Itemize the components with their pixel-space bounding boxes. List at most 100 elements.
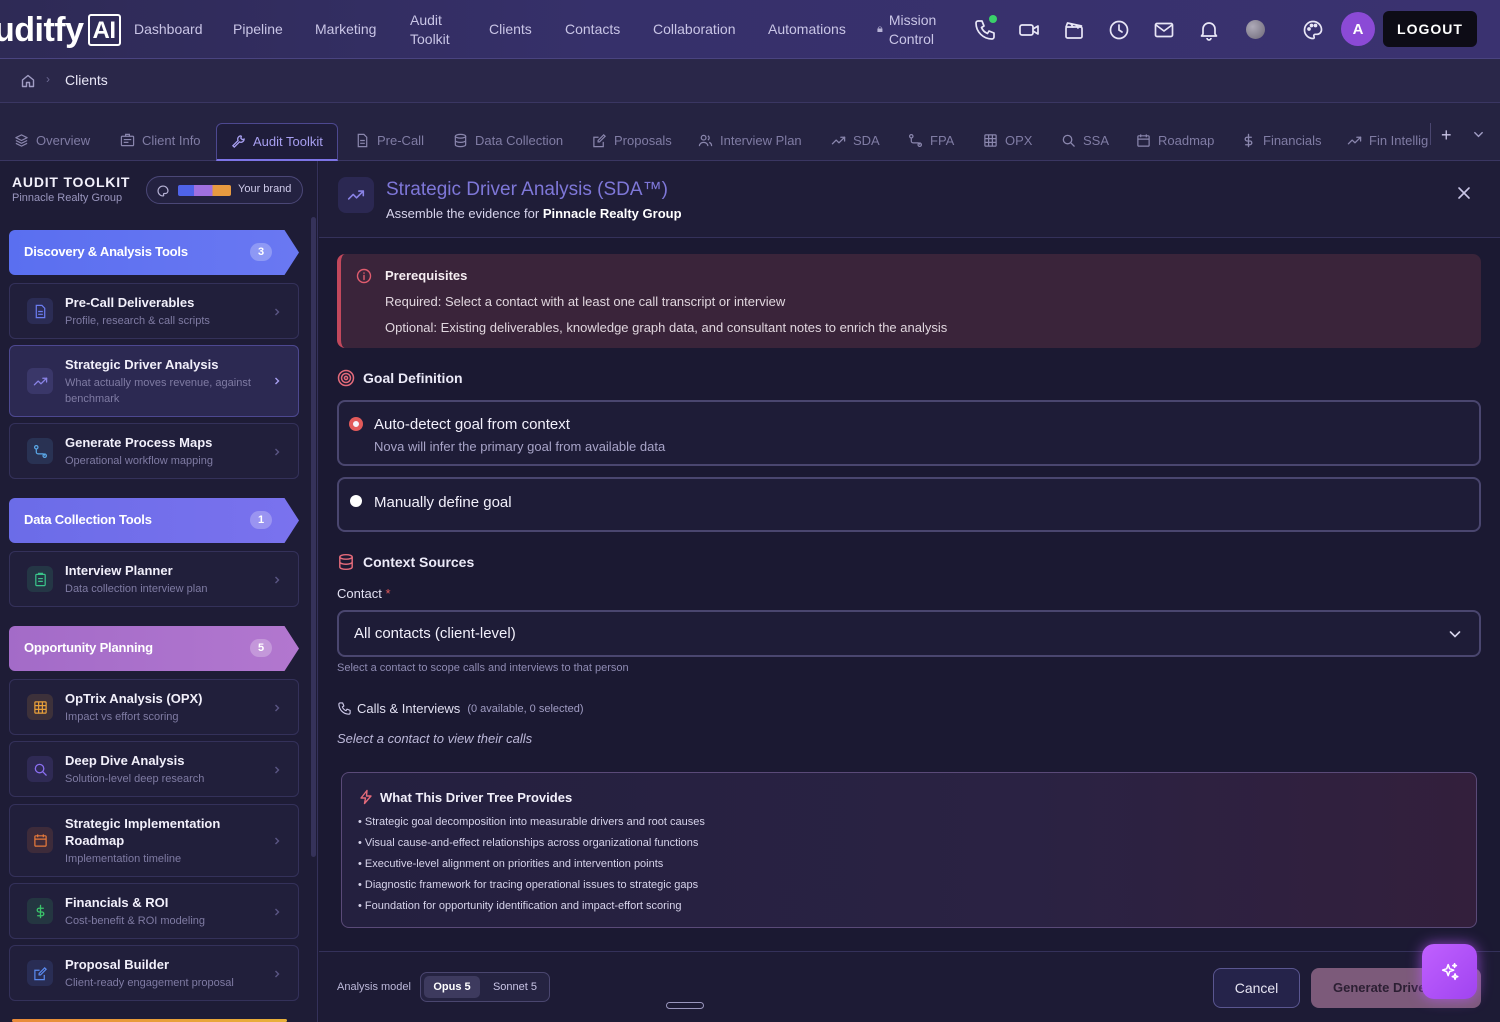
tab-sda[interactable]: SDA	[831, 123, 880, 161]
tool-generate-process-maps[interactable]: Generate Process Maps Operational workfl…	[9, 423, 299, 479]
prerequisite-optional: Optional: Existing deliverables, knowled…	[385, 320, 948, 335]
tab-client-info[interactable]: Client Info	[120, 123, 201, 161]
nav-pipeline[interactable]: Pipeline	[233, 0, 283, 59]
tab-fpa[interactable]: FPA	[908, 123, 954, 161]
sidebar-scrollbar[interactable]	[311, 217, 316, 857]
chevron-right-icon	[272, 376, 282, 386]
close-icon[interactable]	[1456, 185, 1472, 201]
tab-label: OPX	[1005, 133, 1033, 148]
section-count-badge: 1	[250, 511, 272, 529]
section-opportunity-planning[interactable]: Opportunity Planning 5	[9, 626, 299, 671]
subtitle-client: Pinnacle Realty Group	[542, 206, 682, 221]
calendar-icon	[1136, 133, 1151, 148]
ai-assistant-button[interactable]	[1422, 944, 1477, 999]
section-label: Context Sources	[363, 554, 475, 570]
tool-name: Financials & ROI	[65, 895, 169, 910]
goal-option-auto-detect[interactable]: Auto-detect goal from context Nova will …	[337, 400, 1481, 466]
route-icon	[908, 133, 923, 148]
nav-dashboard[interactable]: Dashboard	[134, 0, 203, 59]
clapperboard-icon[interactable]	[1062, 18, 1086, 42]
tab-data-collection[interactable]: Data Collection	[453, 123, 563, 161]
clock-icon[interactable]	[1107, 18, 1131, 42]
tool-deep-dive-analysis[interactable]: Deep Dive Analysis Solution-level deep r…	[9, 741, 299, 797]
nav-label: Marketing	[315, 21, 377, 37]
tool-name: Interview Planner	[65, 563, 173, 578]
tool-financials-roi[interactable]: Financials & ROI Cost-benefit & ROI mode…	[9, 883, 299, 939]
edit-icon	[592, 133, 607, 148]
tab-overview[interactable]: Overview	[14, 123, 90, 161]
section-discovery-analysis[interactable]: Discovery & Analysis Tools 3	[9, 230, 299, 275]
lightning-icon	[358, 789, 374, 805]
theme-orb-icon[interactable]	[1246, 20, 1265, 39]
search-icon	[27, 756, 53, 782]
tab-opx[interactable]: OPX	[983, 123, 1032, 161]
nav-clients[interactable]: Clients	[489, 0, 532, 59]
radio-unselected-icon[interactable]	[350, 495, 362, 507]
chevron-right-icon	[272, 575, 282, 585]
tool-pre-call-deliverables[interactable]: Pre-Call Deliverables Profile, research …	[9, 283, 299, 339]
user-avatar[interactable]: A	[1341, 12, 1375, 46]
tab-audit-toolkit[interactable]: Audit Toolkit	[216, 123, 338, 161]
tool-name: Strategic Implementation Roadmap	[65, 816, 221, 848]
tool-strategic-implementation-roadmap[interactable]: Strategic Implementation Roadmap Impleme…	[9, 804, 299, 877]
nav-contacts[interactable]: Contacts	[565, 0, 620, 59]
client-tab-bar: Overview Client Info Audit Toolkit Pre-C…	[0, 103, 1500, 161]
tab-ssa[interactable]: SSA	[1061, 123, 1109, 161]
nav-mission-control[interactable]: 🔒︎ Mission Control	[877, 0, 945, 59]
nav-automations[interactable]: Automations	[768, 0, 846, 59]
trend-icon	[27, 368, 53, 394]
add-tab-icon[interactable]: +	[1441, 125, 1452, 146]
tool-description: Cost-benefit & ROI modeling	[65, 915, 206, 927]
mail-icon[interactable]	[1152, 18, 1176, 42]
tab-fin-intelligence[interactable]: Fin Intellig	[1347, 123, 1431, 161]
home-icon[interactable]	[20, 73, 36, 89]
tab-pre-call[interactable]: Pre-Call	[355, 123, 424, 161]
brand-palette-chip[interactable]: Your brand	[146, 176, 303, 204]
tab-proposals[interactable]: Proposals	[592, 123, 672, 161]
tool-description: Data collection interview plan	[65, 583, 208, 595]
chevron-right-icon	[272, 907, 282, 917]
section-data-collection[interactable]: Data Collection Tools 1	[9, 498, 299, 543]
tab-label: SDA	[853, 133, 880, 148]
goal-option-manual[interactable]: Manually define goal	[337, 477, 1481, 532]
cancel-button[interactable]: Cancel	[1213, 968, 1300, 1008]
model-option-sonnet[interactable]: Sonnet 5	[483, 976, 547, 998]
tab-interview-plan[interactable]: Interview Plan	[698, 123, 802, 161]
chevron-down-icon[interactable]	[1472, 128, 1485, 141]
app-logo[interactable]: uditfy AI	[0, 10, 121, 50]
logo-text: uditfy	[0, 10, 84, 49]
tab-label: SSA	[1083, 133, 1110, 148]
panel-title: Strategic Driver Analysis (SDA™)	[386, 179, 668, 200]
tool-strategic-driver-analysis[interactable]: Strategic Driver Analysis What actually …	[9, 345, 299, 417]
contact-select[interactable]: All contacts (client-level)	[337, 610, 1481, 657]
section-count-badge: 3	[250, 243, 272, 261]
nav-marketing[interactable]: Marketing	[315, 0, 376, 59]
tool-name: Proposal Builder	[65, 957, 170, 972]
tab-financials[interactable]: Financials	[1241, 123, 1322, 161]
model-option-opus[interactable]: Opus 5	[424, 976, 480, 998]
chevron-right-icon	[272, 703, 282, 713]
tool-name: Deep Dive Analysis	[65, 753, 185, 768]
nav-collaboration[interactable]: Collaboration	[653, 0, 736, 59]
tool-proposal-builder[interactable]: Proposal Builder Client-ready engagement…	[9, 945, 299, 1001]
nav-audit-toolkit[interactable]: Audit Toolkit	[410, 0, 460, 59]
nav-label: Contacts	[565, 21, 621, 37]
radio-selected-icon[interactable]	[350, 418, 362, 430]
tab-label: Pre-Call	[377, 133, 424, 148]
section-label: Goal Definition	[363, 370, 463, 386]
benefit-item: • Strategic goal decomposition into meas…	[358, 816, 705, 828]
palette-icon[interactable]	[1301, 18, 1325, 42]
logout-button[interactable]: LOGOUT	[1383, 11, 1477, 47]
breadcrumb-current[interactable]: Clients	[65, 72, 108, 88]
nav-label: Pipeline	[233, 21, 283, 37]
drag-handle[interactable]	[666, 1002, 704, 1009]
grid-icon	[983, 133, 998, 148]
bell-icon[interactable]	[1197, 18, 1221, 42]
video-icon[interactable]	[1017, 18, 1041, 42]
contact-help-text: Select a contact to scope calls and inte…	[337, 662, 629, 674]
section-count-badge: 5	[250, 639, 272, 657]
tool-interview-planner[interactable]: Interview Planner Data collection interv…	[9, 551, 299, 607]
tab-roadmap[interactable]: Roadmap	[1136, 123, 1214, 161]
tool-optrix-analysis[interactable]: OpTrix Analysis (OPX) Impact vs effort s…	[9, 679, 299, 735]
panel-header: Strategic Driver Analysis (SDA™) Assembl…	[319, 161, 1500, 238]
